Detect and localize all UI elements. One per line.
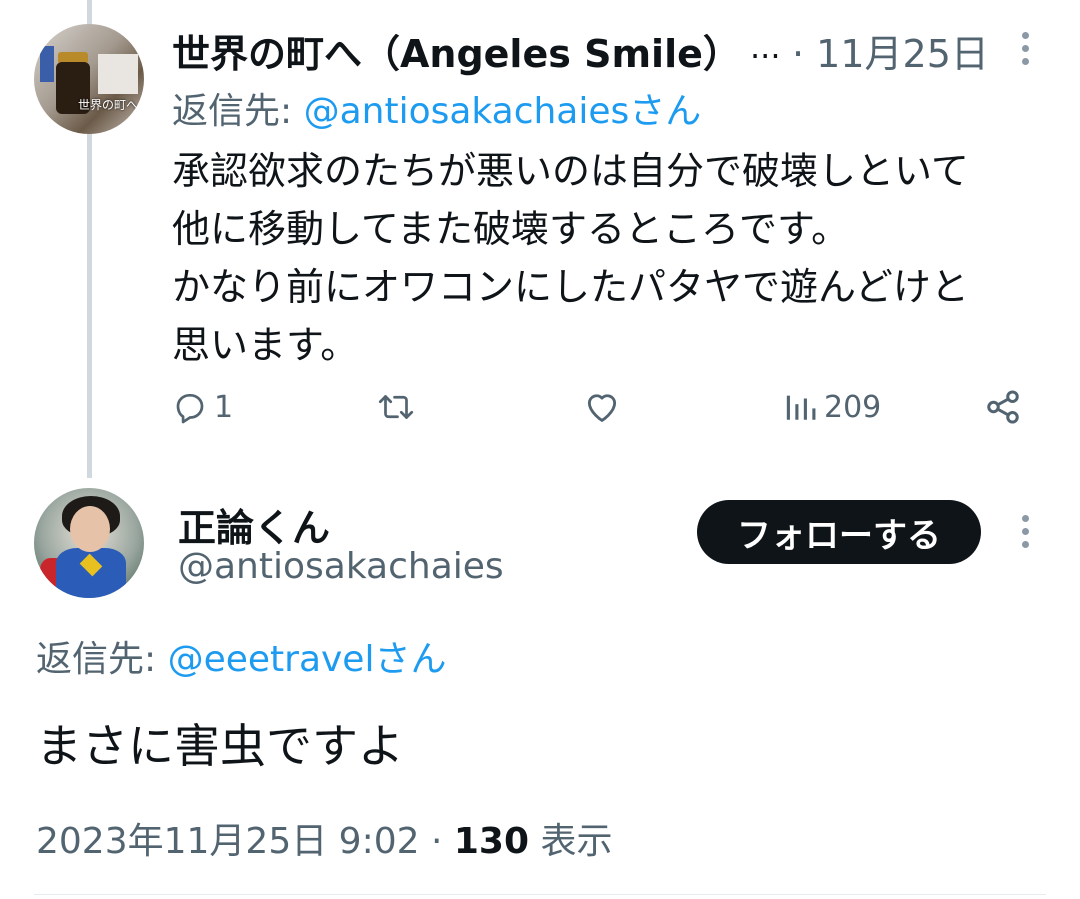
views-button[interactable]: 209 (784, 382, 881, 432)
avatar-caption: 世界の町へ (78, 98, 139, 112)
more-vertical-icon[interactable] (1020, 32, 1030, 72)
tweet-text-line: 承認欲求のたちが悪いのは自分で破壊しといて (172, 149, 969, 193)
share-button[interactable] (984, 382, 1022, 432)
divider (34, 894, 1046, 895)
reply-to-mention-link[interactable]: @antiosakachaiesさん (304, 91, 702, 132)
views-label: 表示 (529, 821, 613, 862)
main-views-count: 130 (453, 821, 530, 862)
main-author-name[interactable]: 正論くん (178, 497, 330, 552)
reply-button[interactable]: 1 (172, 382, 233, 432)
main-tweet-text: まさに害虫ですよ (36, 719, 404, 773)
bar-chart-icon (786, 395, 816, 420)
parent-tweet-actions: 1 209 (172, 382, 1032, 432)
views-count: 209 (824, 389, 882, 425)
tweet-text-line: 思います。 (172, 323, 359, 367)
tweet-meta: 2023年11月25日 9:02 · 130 表示 (36, 812, 612, 864)
tweet-text-line: かなり前にオワコンにしたパタヤで遊んどけと (172, 265, 969, 309)
name-truncation: ... (750, 28, 781, 66)
tweet-timestamp[interactable]: 2023年11月25日 9:02 · (36, 821, 454, 862)
more-vertical-icon[interactable] (1020, 515, 1030, 555)
retweet-icon (378, 395, 414, 419)
parent-tweet-date[interactable]: · 11月25日 (792, 23, 989, 78)
heart-icon (587, 394, 617, 422)
parent-author-name[interactable]: 世界の町へ（Angeles Smile） (172, 23, 741, 78)
reply-icon (176, 393, 204, 424)
parent-tweet-text: 承認欲求のたちが悪いのは自分で破壊しといて 他に移動してまた破壊するところです。… (172, 142, 1052, 374)
share-icon (987, 390, 1019, 424)
main-author-handle[interactable]: @antiosakachaies (178, 546, 504, 587)
main-reply-to: 返信先: @eeetravelさん (36, 630, 446, 682)
avatar-main-author[interactable] (34, 488, 144, 598)
retweet-button[interactable] (376, 382, 422, 432)
avatar-parent-author[interactable]: 世界の町へ (34, 24, 144, 134)
parent-reply-to: 返信先: @antiosakachaiesさん (172, 82, 701, 134)
reply-to-mention-link[interactable]: @eeetravelさん (168, 639, 447, 680)
like-button[interactable] (582, 382, 628, 432)
follow-button[interactable]: フォローする (697, 500, 981, 564)
reply-to-prefix: 返信先: (172, 91, 304, 132)
reply-to-prefix: 返信先: (36, 639, 168, 680)
reply-count: 1 (214, 389, 234, 425)
tweet-text-line: 他に移動してまた破壊するところです。 (172, 207, 850, 251)
